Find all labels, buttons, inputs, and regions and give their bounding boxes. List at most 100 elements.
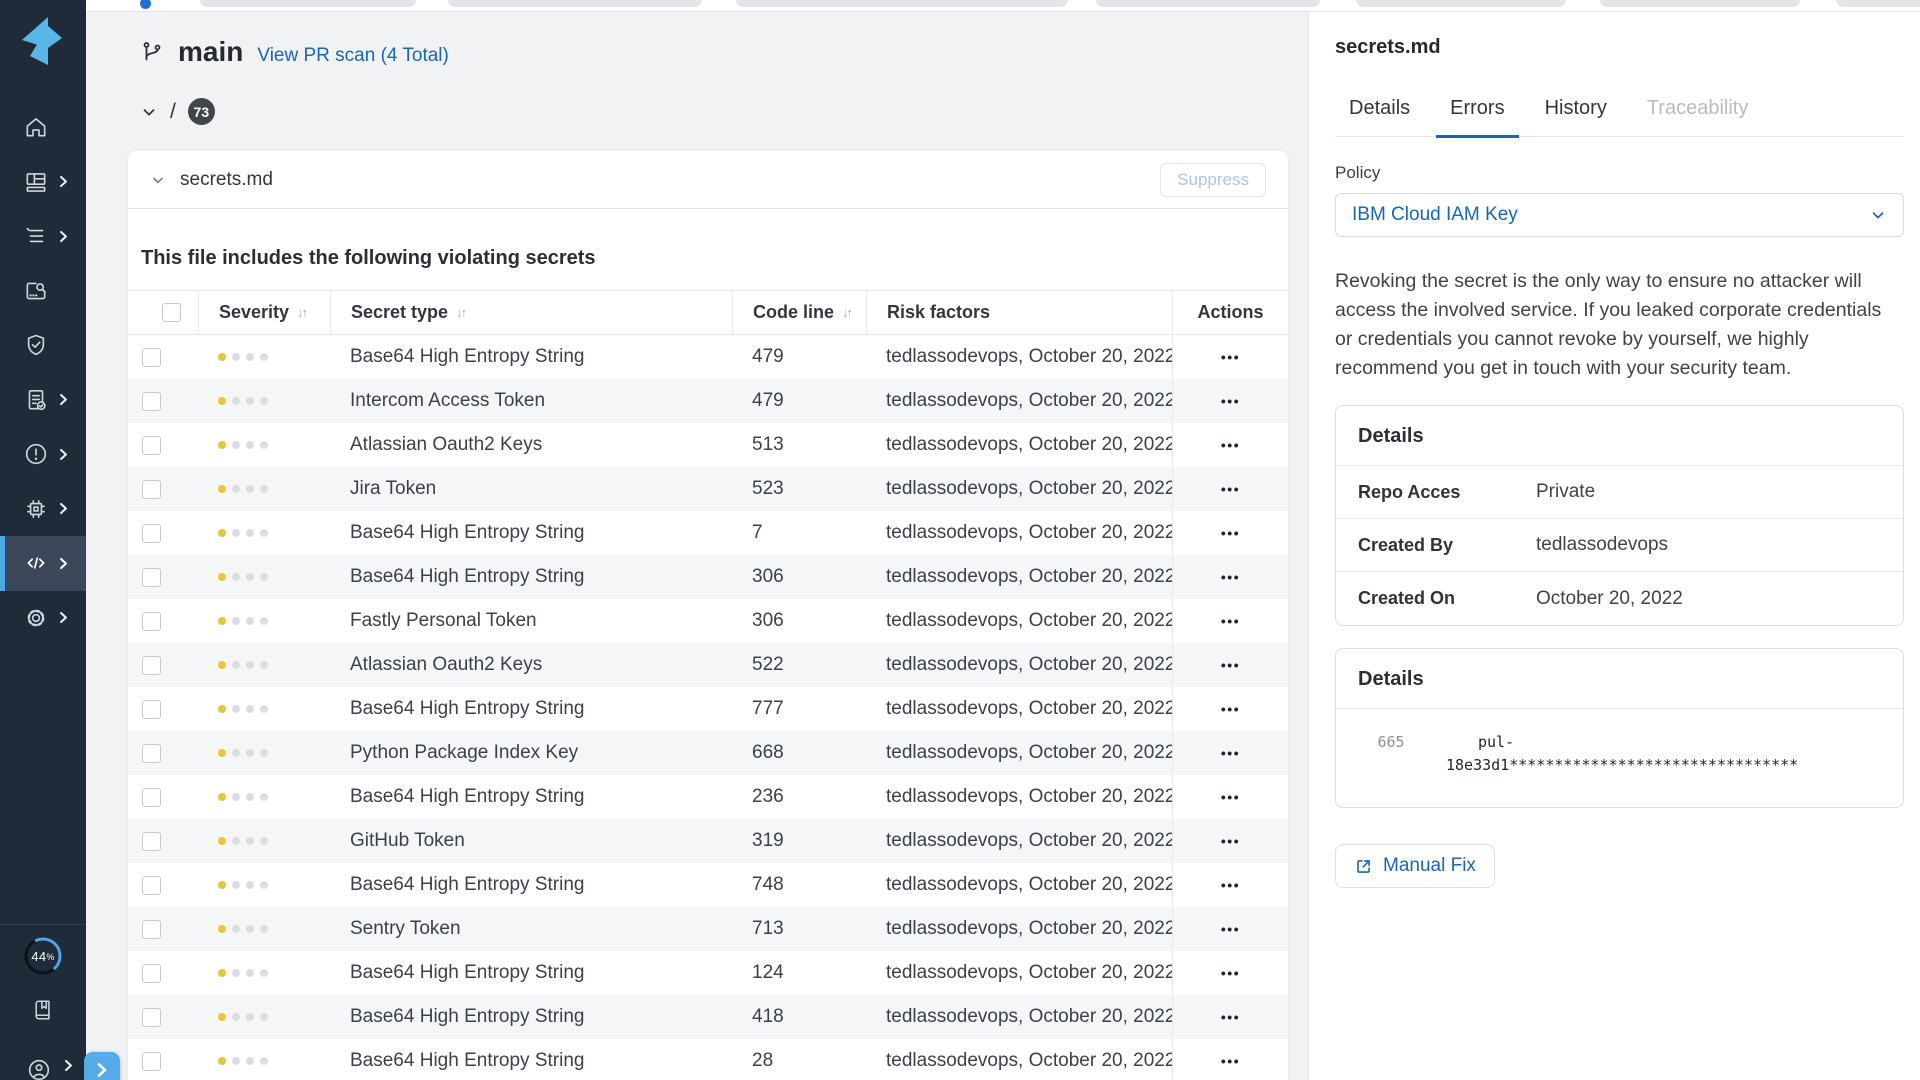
expand-sidebar-button[interactable] [84, 1052, 120, 1080]
details-row: Repo Acces Private [1336, 466, 1903, 519]
table-row[interactable]: Atlassian Oauth2 Keys 522 tedlassodevops… [128, 643, 1288, 687]
row-checkbox[interactable] [142, 788, 161, 807]
sidebar-item-account[interactable] [0, 1050, 86, 1080]
suppress-button[interactable]: Suppress [1160, 163, 1266, 197]
sort-icon[interactable]: ↓↑ [297, 305, 306, 320]
code-line-cell: 236 [732, 775, 866, 819]
row-checkbox[interactable] [142, 744, 161, 763]
more-actions-icon[interactable]: ••• [1221, 481, 1240, 497]
sidebar-item-list[interactable] [0, 209, 86, 264]
table-row[interactable]: Base64 High Entropy String 28 tedlassode… [128, 1039, 1288, 1080]
column-header-code-line[interactable]: Code line↓↑ [732, 291, 866, 334]
row-checkbox[interactable] [142, 700, 161, 719]
table-row[interactable]: Base64 High Entropy String 479 tedlassod… [128, 335, 1288, 379]
tab-errors[interactable]: Errors [1436, 97, 1518, 138]
table-row[interactable]: Base64 High Entropy String 124 tedlassod… [128, 951, 1288, 995]
view-pr-scan-link[interactable]: View PR scan (4 Total) [257, 45, 449, 67]
secret-type-cell: Fastly Personal Token [330, 599, 732, 643]
row-checkbox[interactable] [142, 436, 161, 455]
policy-selected-value: IBM Cloud IAM Key [1352, 204, 1518, 226]
table-row[interactable]: Intercom Access Token 479 tedlassodevops… [128, 379, 1288, 423]
chevron-right-icon [57, 230, 70, 243]
row-checkbox[interactable] [142, 876, 161, 895]
revoke-description: Revoking the secret is the only way to e… [1335, 267, 1904, 383]
usage-percent: 44% [19, 932, 67, 980]
more-actions-icon[interactable]: ••• [1221, 965, 1240, 981]
row-checkbox[interactable] [142, 524, 161, 543]
column-header-secret-type[interactable]: Secret type↓↑ [330, 291, 732, 334]
sidebar-item-dashboard[interactable] [0, 155, 86, 210]
more-actions-icon[interactable]: ••• [1221, 877, 1240, 893]
secret-type-cell: Base64 High Entropy String [330, 951, 732, 995]
collapse-file-chevron-icon[interactable] [150, 172, 166, 188]
row-checkbox[interactable] [142, 348, 161, 367]
scan-icon [23, 278, 49, 304]
more-actions-icon[interactable]: ••• [1221, 1053, 1240, 1069]
more-actions-icon[interactable]: ••• [1221, 393, 1240, 409]
more-actions-icon[interactable]: ••• [1221, 745, 1240, 761]
sidebar-item-shield[interactable] [0, 318, 86, 373]
book-icon[interactable] [30, 997, 56, 1023]
sidebar-item-reports[interactable] [0, 373, 86, 428]
row-checkbox[interactable] [142, 920, 161, 939]
more-actions-icon[interactable]: ••• [1221, 349, 1240, 365]
sidebar-item-code[interactable] [0, 536, 86, 591]
table-row[interactable]: Python Package Index Key 668 tedlassodev… [128, 731, 1288, 775]
row-checkbox[interactable] [142, 964, 161, 983]
violations-table: Base64 High Entropy String 479 tedlassod… [128, 335, 1288, 1080]
sidebar-item-settings[interactable] [0, 591, 86, 646]
table-row[interactable]: Base64 High Entropy String 236 tedlassod… [128, 775, 1288, 819]
code-icon [23, 550, 49, 576]
sort-icon[interactable]: ↓↑ [842, 305, 851, 320]
more-actions-icon[interactable]: ••• [1221, 569, 1240, 585]
collapse-chevron-icon[interactable] [140, 103, 158, 121]
spectral-logo[interactable] [18, 16, 64, 66]
violations-count-badge: 73 [188, 98, 215, 125]
table-row[interactable]: Jira Token 523 tedlassodevops, October 2… [128, 467, 1288, 511]
more-actions-icon[interactable]: ••• [1221, 701, 1240, 717]
manual-fix-button[interactable]: Manual Fix [1335, 844, 1495, 888]
tab-traceability[interactable]: Traceability [1633, 97, 1763, 136]
table-row[interactable]: Fastly Personal Token 306 tedlassodevops… [128, 599, 1288, 643]
table-row[interactable]: Base64 High Entropy String 748 tedlassod… [128, 863, 1288, 907]
more-actions-icon[interactable]: ••• [1221, 525, 1240, 541]
more-actions-icon[interactable]: ••• [1221, 437, 1240, 453]
column-header-severity[interactable]: Severity↓↑ [198, 291, 330, 334]
table-row[interactable]: Base64 High Entropy String 777 tedlassod… [128, 687, 1288, 731]
more-actions-icon[interactable]: ••• [1221, 921, 1240, 937]
table-row[interactable]: GitHub Token 319 tedlassodevops, October… [128, 819, 1288, 863]
tab-details[interactable]: Details [1335, 97, 1424, 136]
more-actions-icon[interactable]: ••• [1221, 1009, 1240, 1025]
table-row[interactable]: Sentry Token 713 tedlassodevops, October… [128, 907, 1288, 951]
table-row[interactable]: Atlassian Oauth2 Keys 513 tedlassodevops… [128, 423, 1288, 467]
more-actions-icon[interactable]: ••• [1221, 657, 1240, 673]
row-checkbox[interactable] [142, 612, 161, 631]
table-header: Severity↓↑ Secret type↓↑ Code line↓↑ Ris… [128, 290, 1288, 335]
secret-type-cell: Base64 High Entropy String [330, 511, 732, 555]
table-row[interactable]: Base64 High Entropy String 306 tedlassod… [128, 555, 1288, 599]
tab-history[interactable]: History [1531, 97, 1621, 136]
sort-icon[interactable]: ↓↑ [456, 305, 465, 320]
file-card: secrets.md Suppress This file includes t… [128, 151, 1288, 1080]
row-checkbox[interactable] [142, 480, 161, 499]
sidebar-item-integrations[interactable] [0, 482, 86, 537]
table-row[interactable]: Base64 High Entropy String 418 tedlassod… [128, 995, 1288, 1039]
row-checkbox[interactable] [142, 1008, 161, 1027]
row-checkbox[interactable] [142, 392, 161, 411]
toolbar-placeholder [1096, 0, 1320, 7]
sidebar-item-alerts[interactable] [0, 427, 86, 482]
details-panel: secrets.md DetailsErrorsHistoryTraceabil… [1308, 0, 1920, 1080]
row-checkbox[interactable] [142, 656, 161, 675]
more-actions-icon[interactable]: ••• [1221, 833, 1240, 849]
more-actions-icon[interactable]: ••• [1221, 613, 1240, 629]
select-all-checkbox[interactable] [162, 303, 181, 322]
sidebar-item-scan[interactable] [0, 264, 86, 319]
row-checkbox[interactable] [142, 832, 161, 851]
sidebar-item-home[interactable] [0, 100, 86, 155]
more-actions-icon[interactable]: ••• [1221, 789, 1240, 805]
row-checkbox[interactable] [142, 1052, 161, 1071]
row-checkbox[interactable] [142, 568, 161, 587]
policy-select[interactable]: IBM Cloud IAM Key [1335, 193, 1904, 237]
severity-indicator [218, 397, 268, 405]
table-row[interactable]: Base64 High Entropy String 7 tedlassodev… [128, 511, 1288, 555]
